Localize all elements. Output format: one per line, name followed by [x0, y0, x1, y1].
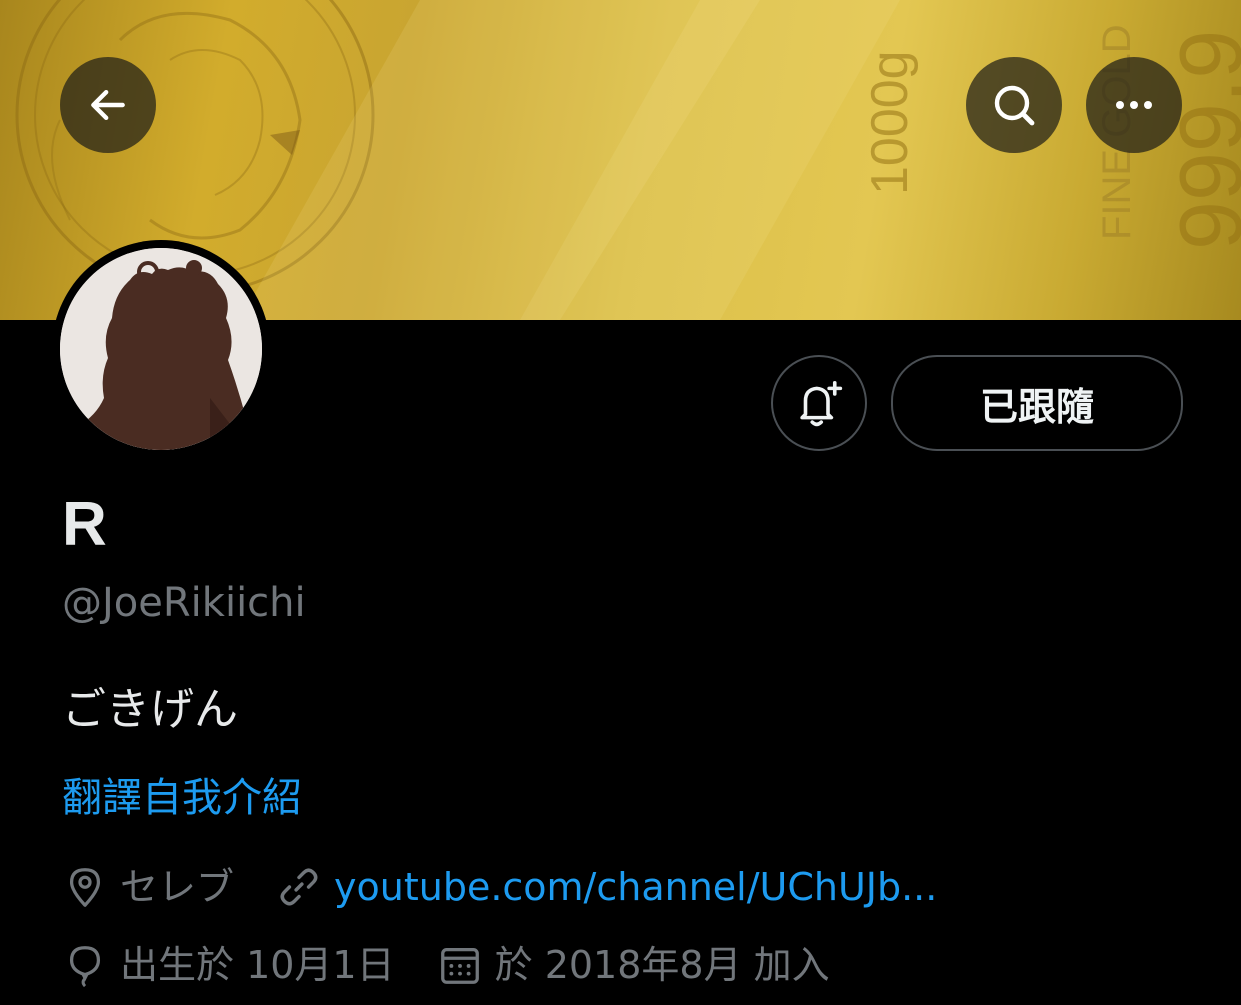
website-link[interactable]: youtube.com/channel/UChUJb...	[334, 862, 937, 912]
calendar-icon	[440, 948, 479, 984]
bio-text: ごきげん	[62, 684, 238, 735]
joined-text: 於 2018年8月 加入	[494, 943, 830, 987]
search-icon	[994, 85, 1035, 126]
translate-bio-link[interactable]: 翻譯自我介紹	[62, 772, 302, 824]
display-name: R	[62, 490, 107, 559]
more-horizontal-icon	[1116, 101, 1152, 109]
avatar-silhouette	[60, 248, 262, 450]
more-options-button[interactable]	[1086, 57, 1182, 153]
avatar[interactable]	[52, 240, 270, 458]
arrow-left-icon	[91, 89, 125, 121]
user-handle: @JoeRikiichi	[62, 580, 306, 626]
notification-button[interactable]	[771, 355, 867, 451]
following-button[interactable]: 已跟隨	[891, 355, 1183, 451]
avatar-image	[60, 248, 262, 450]
banner-purity-stamp: 999.9	[1161, 29, 1241, 250]
search-button[interactable]	[966, 57, 1062, 153]
banner-weight-stamp: 1000g	[861, 50, 919, 195]
birthday-text: 出生於 10月1日	[120, 943, 395, 987]
profile-meta-row: セレブ youtube.com/channel/UChUJb...	[62, 862, 937, 912]
bell-plus-icon	[800, 380, 843, 427]
balloon-icon	[69, 946, 101, 988]
profile-meta-row: 出生於 10月1日 於 2018年8月 加入	[62, 940, 830, 990]
location-item: セレブ	[62, 862, 234, 912]
joined-item: 於 2018年8月 加入	[437, 940, 830, 990]
birthday-item: 出生於 10月1日	[62, 940, 395, 990]
link-icon	[280, 868, 318, 906]
location-pin-icon	[69, 868, 101, 907]
website-item[interactable]: youtube.com/channel/UChUJb...	[276, 862, 937, 912]
back-button[interactable]	[60, 57, 156, 153]
location-text: セレブ	[120, 865, 235, 909]
